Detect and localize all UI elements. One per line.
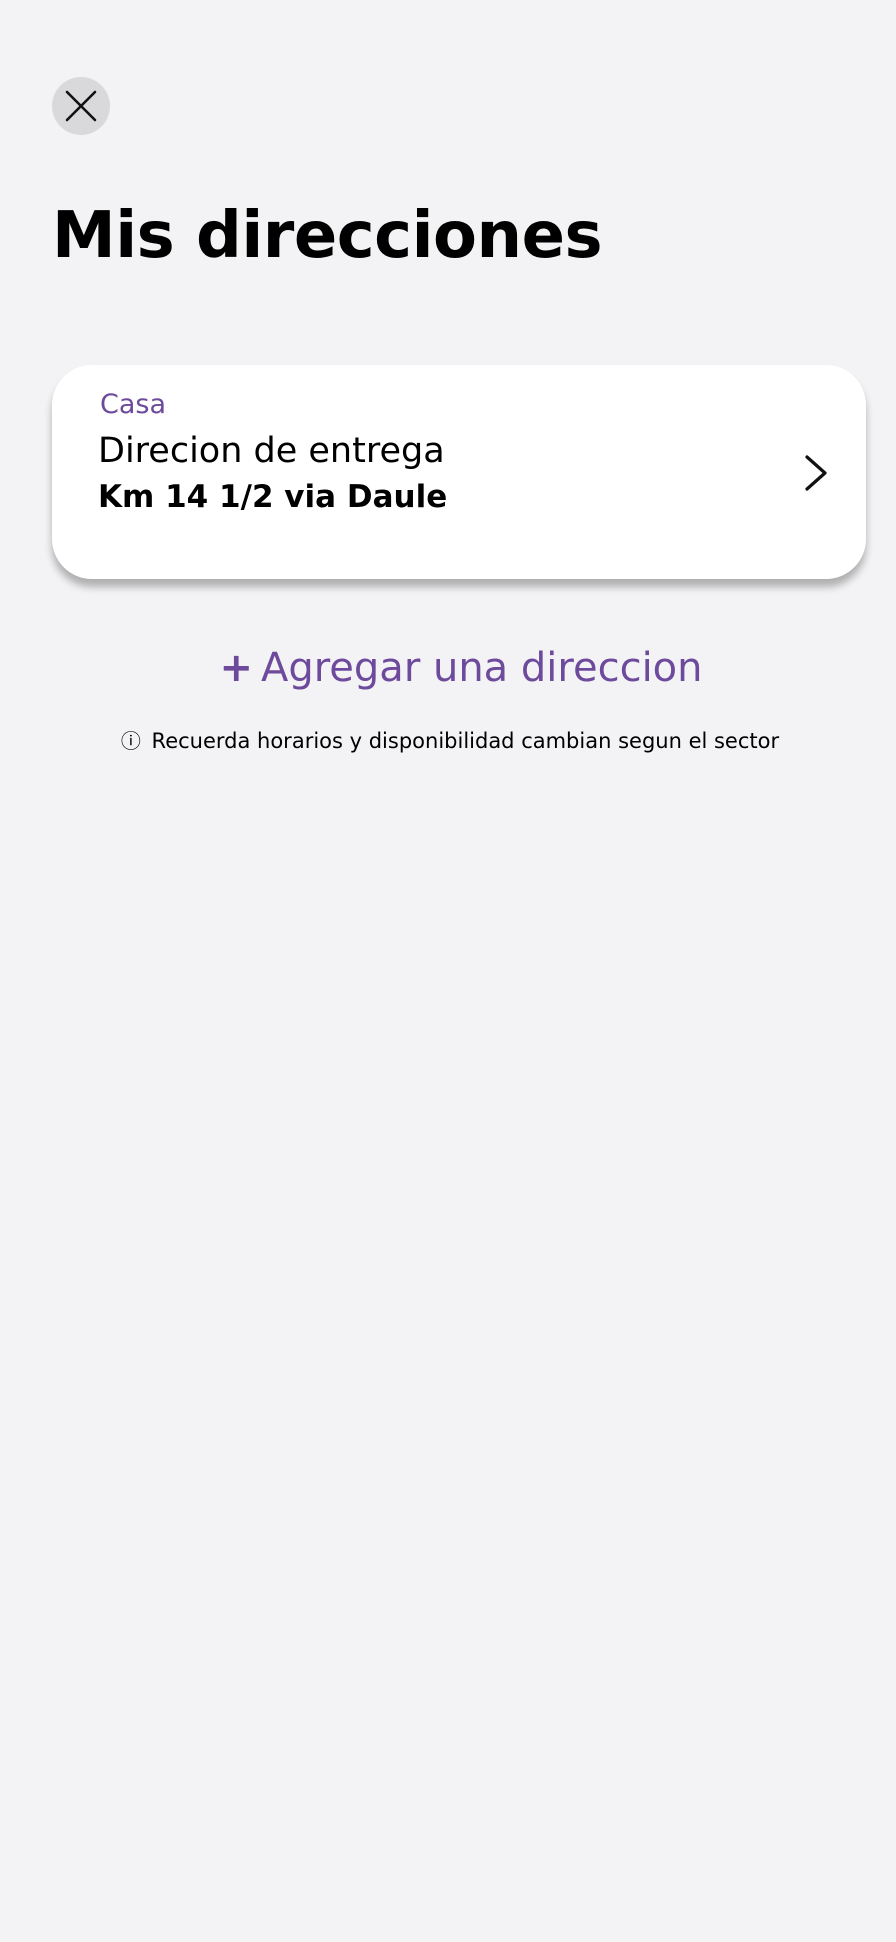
address-label: Casa — [100, 389, 167, 420]
page-title: Mis direcciones — [52, 199, 603, 273]
chevron-right-icon — [802, 453, 830, 493]
add-address-button[interactable]: + Agregar una direccion — [0, 640, 896, 696]
address-subtitle: Direcion de entrega — [98, 431, 445, 471]
availability-notice: ⓘ Recuerda horarios y disponibilidad cam… — [0, 724, 896, 758]
address-card-casa[interactable]: Casa Direcion de entrega Km 14 1/2 via D… — [52, 365, 866, 579]
plus-icon: + — [219, 645, 253, 691]
address-value: Km 14 1/2 via Daule — [98, 479, 448, 515]
notice-text: Recuerda horarios y disponibilidad cambi… — [151, 729, 780, 753]
close-button[interactable] — [52, 77, 110, 135]
info-icon: ⓘ — [120, 729, 141, 753]
close-icon — [65, 90, 97, 122]
add-address-label: Agregar una direccion — [260, 645, 703, 691]
